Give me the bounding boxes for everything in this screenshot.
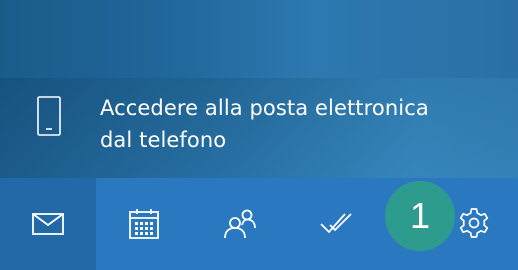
todo-check-icon: [320, 213, 352, 234]
nav-todo-button[interactable]: [288, 178, 384, 270]
promo-line-2: dal telefono: [100, 128, 227, 152]
mail-icon: [32, 213, 64, 235]
people-icon: [224, 209, 256, 239]
nav-calendar-button[interactable]: [96, 178, 192, 270]
promo-line-1: Accedere alla posta elettronica: [100, 96, 429, 120]
phone-promo-banner[interactable]: Accedere alla posta elettronica dal tele…: [0, 78, 518, 178]
gear-icon: [459, 208, 489, 238]
calendar-icon: [129, 209, 159, 239]
nav-people-button[interactable]: [192, 178, 288, 270]
app-frame: Accedere alla posta elettronica dal tele…: [0, 0, 518, 270]
nav-mail-button[interactable]: [0, 178, 96, 270]
mobile-phone-icon: [37, 96, 61, 136]
promo-text: Accedere alla posta elettronica dal tele…: [100, 92, 500, 156]
callout-number-badge: 1: [385, 181, 455, 251]
